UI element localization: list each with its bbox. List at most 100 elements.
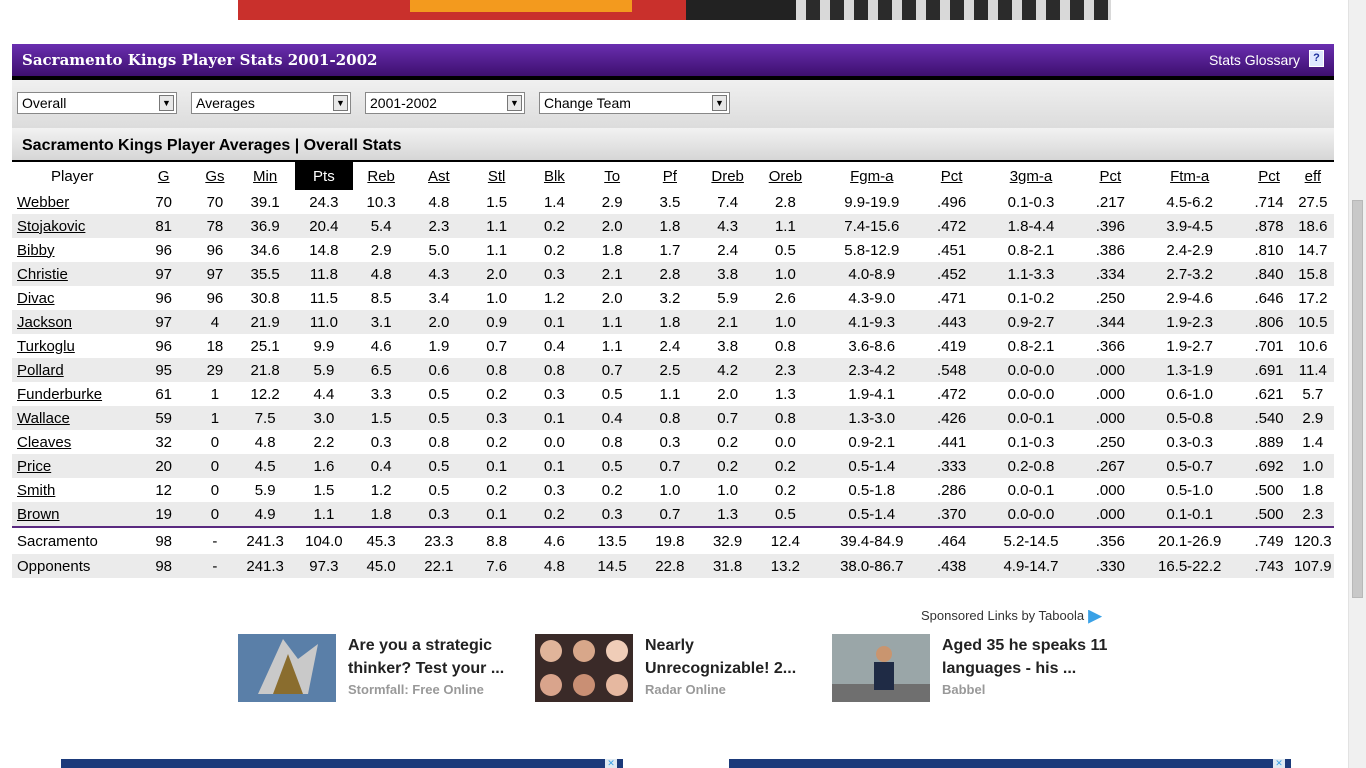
column-header-sort[interactable]: Pct [1088, 162, 1133, 190]
totals-label: Sacramento [12, 526, 133, 554]
ad-close-icon[interactable]: ✕ [605, 759, 617, 768]
stat-cell: 2.8 [774, 193, 796, 211]
player-name-link[interactable]: Turkoglu [12, 334, 133, 358]
stat-cell: 4.8 [254, 433, 276, 451]
stat-cell: 1.1 [583, 310, 641, 334]
column-header-sort[interactable]: Ftm-a [1133, 162, 1247, 190]
column-header-sort[interactable]: Stl [468, 162, 525, 190]
column-header-sort[interactable]: To [584, 162, 641, 190]
player-name-link[interactable]: Divac [12, 286, 133, 310]
stat-cell: 15.8 [1291, 262, 1334, 286]
stat-cell: .000 [1095, 385, 1125, 403]
player-name-link[interactable]: Webber [12, 190, 133, 214]
stat-cell: 2.0 [601, 289, 623, 307]
stat-cell: 96 [155, 241, 173, 259]
sponsored-card[interactable]: Are you a strategic thinker? Test your .… [238, 634, 528, 704]
column-header-sort[interactable]: Pct [929, 162, 974, 190]
column-header-sort[interactable]: Pts [295, 162, 353, 190]
stat-cell: 0.3-0.3 [1166, 433, 1214, 451]
stat-cell: 1.8 [601, 241, 623, 259]
stat-cell: .396 [1087, 214, 1133, 238]
column-header-sort[interactable]: Gs [195, 162, 235, 190]
column-header-sort[interactable]: Blk [525, 162, 583, 190]
stat-cell: 0.3 [525, 262, 584, 286]
column-header-sort[interactable]: eff [1292, 162, 1334, 190]
stat-cell: 1 [194, 406, 235, 430]
stat-cell: 4.8 [525, 554, 584, 578]
bottom-ad-left[interactable] [61, 759, 623, 768]
card-headline: Are you a strategic thinker? Test your .… [348, 637, 505, 677]
player-name-link[interactable]: Stojakovic [12, 214, 133, 238]
stat-cell: 0.2-0.8 [974, 454, 1088, 478]
stat-cell: 18 [206, 337, 224, 355]
stat-cell: 1.0 [756, 262, 815, 286]
mode-select[interactable]: Averages ▼ [191, 92, 351, 114]
sponsored-label[interactable]: Sponsored Links by Taboola [921, 608, 1103, 624]
ad-close-icon[interactable]: ✕ [1273, 759, 1285, 768]
stat-cell: 2.9-4.6 [1166, 289, 1214, 307]
season-select[interactable]: 2001-2002 ▼ [365, 92, 525, 114]
team-select[interactable]: Change Team ▼ [539, 92, 730, 114]
stat-cell: 70 [206, 193, 224, 211]
page-scrollbar[interactable] [1348, 0, 1366, 768]
stat-cell: 81 [132, 214, 195, 238]
column-header-sort[interactable]: Pct [1246, 162, 1291, 190]
player-name-link[interactable]: Christie [12, 262, 133, 286]
stats-glossary-link[interactable]: Stats Glossary [1209, 52, 1300, 68]
player-name-link[interactable]: Brown [12, 502, 133, 527]
player-name-link[interactable]: Price [12, 454, 133, 478]
stat-cell: 0.3 [543, 385, 565, 403]
totals-label: Opponents [12, 554, 133, 578]
player-name-link[interactable]: Cleaves [12, 430, 133, 454]
stat-cell: 4.3 [699, 214, 757, 238]
stat-cell: 0.0-0.1 [1007, 481, 1055, 499]
stat-cell: 0.8 [774, 337, 796, 355]
page-title: Sacramento Kings Player Stats 2001-2002 [22, 51, 378, 69]
stat-cell: 45.3 [352, 526, 410, 554]
stat-cell: 12 [155, 481, 173, 499]
stat-cell: 4.5-6.2 [1166, 193, 1214, 211]
column-header-sort[interactable]: Oreb [756, 162, 814, 190]
bottom-ad-right[interactable] [729, 759, 1291, 768]
player-name-link[interactable]: Smith [12, 478, 133, 502]
sponsored-card[interactable]: Aged 35 he speaks 11 languages - his ...… [832, 634, 1122, 704]
top-ad-banner[interactable] [238, 0, 1111, 20]
sponsored-card[interactable]: Nearly Unrecognizable! 2... Radar Online [535, 634, 825, 704]
scope-select[interactable]: Overall ▼ [17, 92, 177, 114]
player-name-link[interactable]: Jackson [12, 310, 133, 334]
column-header-sort[interactable]: Ast [410, 162, 468, 190]
stat-cell: 22.8 [640, 554, 700, 578]
taboola-icon [1088, 609, 1103, 624]
player-name-link[interactable]: Pollard [12, 358, 133, 382]
column-header-sort[interactable]: 3gm-a [974, 162, 1088, 190]
stat-cell: 5.9 [295, 358, 353, 382]
team-select-value: Change Team [544, 95, 631, 111]
stat-cell: 97 [132, 262, 195, 286]
stat-cell: 0.7 [640, 502, 700, 527]
stat-cell: - [194, 526, 235, 554]
column-header-sort[interactable]: Fgm-a [815, 162, 930, 190]
stat-cell: .500 [1246, 502, 1292, 527]
stat-cell: 0.5 [409, 454, 469, 478]
stat-cell: 38.0-86.7 [814, 554, 930, 578]
player-name-link[interactable]: Funderburke [12, 382, 133, 406]
stat-cell: 2.6 [774, 289, 796, 307]
help-icon[interactable]: ? [1309, 50, 1324, 67]
stat-cell: 5.2-14.5 [974, 526, 1088, 554]
stat-cell: 241.3 [235, 554, 296, 578]
player-name-link[interactable]: Wallace [12, 406, 133, 430]
column-header-sort[interactable]: Reb [353, 162, 410, 190]
stat-cell: 1.0 [717, 481, 739, 499]
column-header-sort[interactable]: Dreb [699, 162, 756, 190]
column-header-sort[interactable]: Min [235, 162, 295, 190]
column-header-sort[interactable]: Pf [641, 162, 699, 190]
stat-cell: 2.4-2.9 [1166, 241, 1214, 259]
column-header-sort[interactable]: G [133, 162, 195, 190]
player-name-link[interactable]: Bibby [12, 238, 133, 262]
table-row: Bibby 96 96 34.6 14.8 2.9 5.0 1.1 0.2 1.8 1.7 2.4 0.… [12, 238, 1334, 262]
stat-cell: 32.9 [699, 526, 757, 554]
scrollbar-thumb[interactable] [1352, 200, 1363, 598]
stat-cell: 1.5 [486, 193, 508, 211]
card-source: Babbel [942, 682, 986, 697]
stat-cell: 1.3 [774, 385, 796, 403]
